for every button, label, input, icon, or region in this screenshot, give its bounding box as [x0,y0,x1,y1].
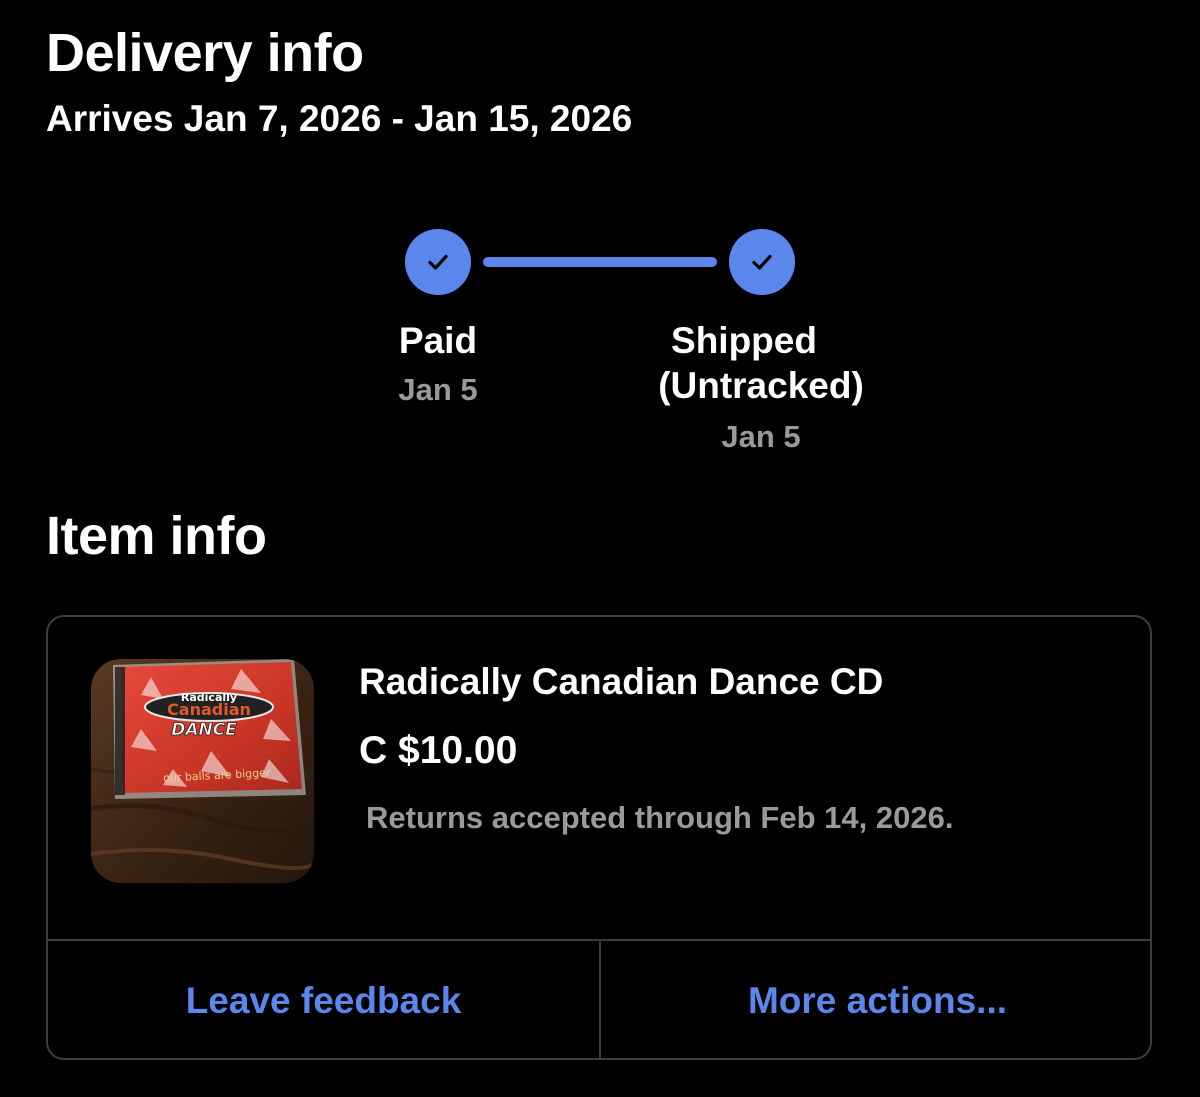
step-shipped-label-line2: (Untracked) [658,365,864,406]
step-shipped-status [729,229,795,295]
order-progress-tracker: Paid Jan 5 Shipped (Untracked) Jan 5 [0,0,1200,480]
cd-cover-image: Radically Canadian DANCE our balls are b… [91,659,314,883]
step-paid-label: Paid [398,320,478,361]
checkmark-icon [428,254,448,270]
step-shipped-date: Jan 5 [721,419,801,454]
step-shipped-label-line1: Shipped [671,320,817,361]
item-thumbnail[interactable]: Radically Canadian DANCE our balls are b… [91,659,314,883]
step-paid-status [405,229,471,295]
more-actions-button[interactable]: More actions... [601,941,1150,1058]
item-info-heading: Item info [46,506,267,566]
item-card: Radically Canadian DANCE our balls are b… [46,615,1152,1060]
step-paid-date: Jan 5 [398,372,478,407]
leave-feedback-button[interactable]: Leave feedback [48,941,599,1058]
item-title[interactable]: Radically Canadian Dance CD [359,661,883,703]
item-return-policy: Returns accepted through Feb 14, 2026. [366,800,954,835]
item-price: C $10.00 [359,729,518,772]
checkmark-icon [752,254,772,270]
cd-brand-line3: DANCE [171,720,237,740]
step-shipped-label: Shipped (Untracked) [611,318,911,408]
progress-connector-line [483,257,717,267]
cd-brand-line2: Canadian [167,700,251,719]
